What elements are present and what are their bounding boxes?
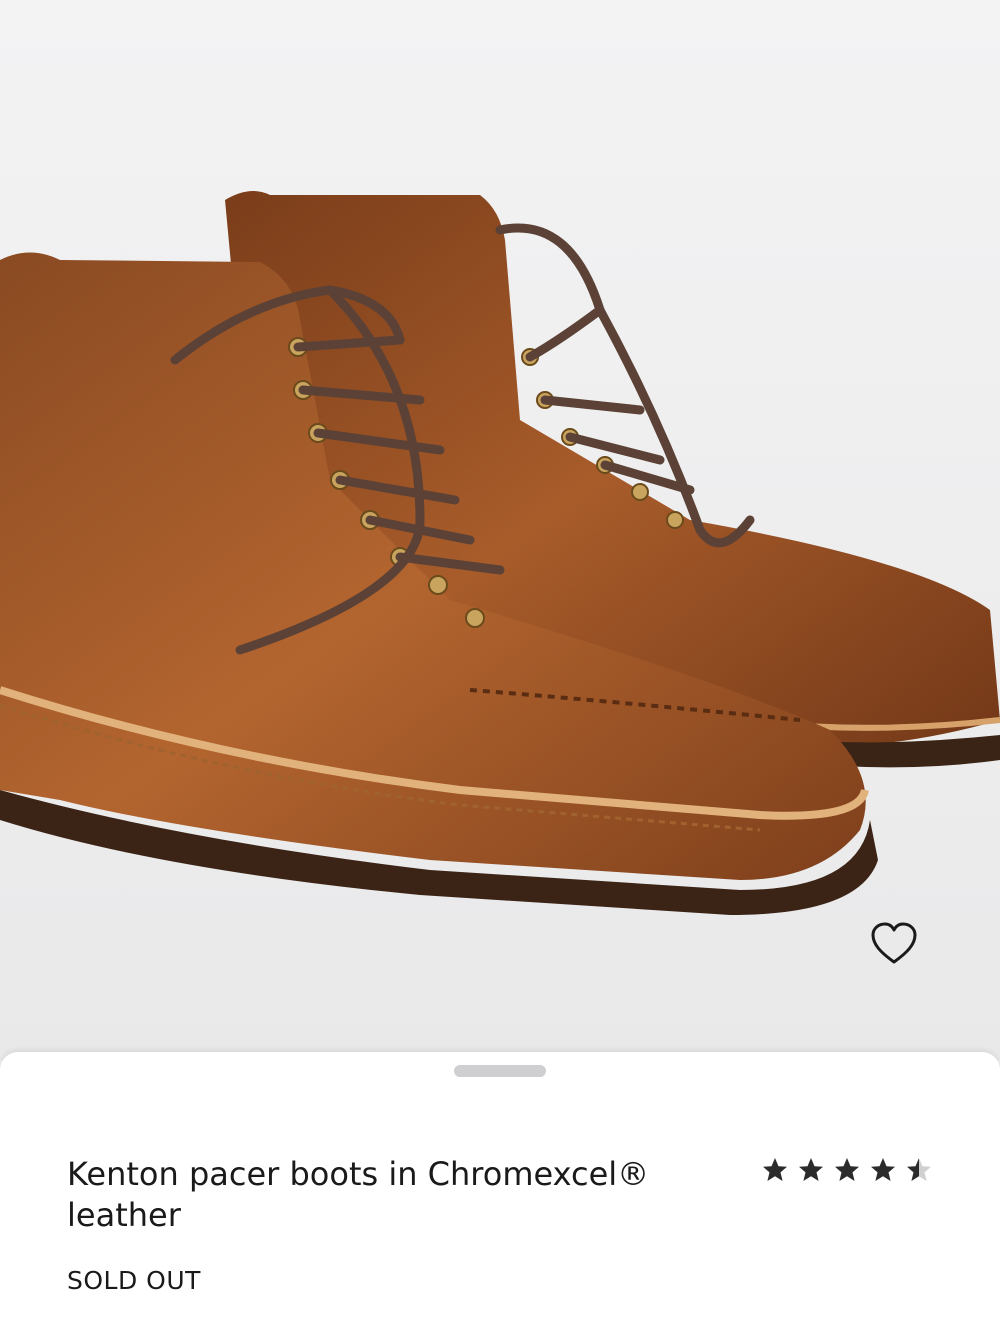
- favorite-button[interactable]: [870, 922, 930, 978]
- product-info-sheet: Kenton pacer boots in Chromexcel® leathe…: [0, 1052, 1000, 1333]
- star-icon: [763, 1158, 787, 1181]
- stock-status: SOLD OUT: [67, 1266, 201, 1295]
- boots-illustration: [0, 191, 1000, 915]
- star-icon: [835, 1158, 859, 1181]
- star-icon: [799, 1158, 823, 1181]
- product-image[interactable]: [0, 0, 1000, 1060]
- star-icon: [871, 1158, 895, 1181]
- heart-icon: [871, 922, 917, 964]
- product-title: Kenton pacer boots in Chromexcel® leathe…: [67, 1155, 650, 1234]
- rating-stars[interactable]: [762, 1150, 932, 1190]
- sheet-grabber[interactable]: [454, 1065, 546, 1077]
- star-icon: [907, 1158, 931, 1181]
